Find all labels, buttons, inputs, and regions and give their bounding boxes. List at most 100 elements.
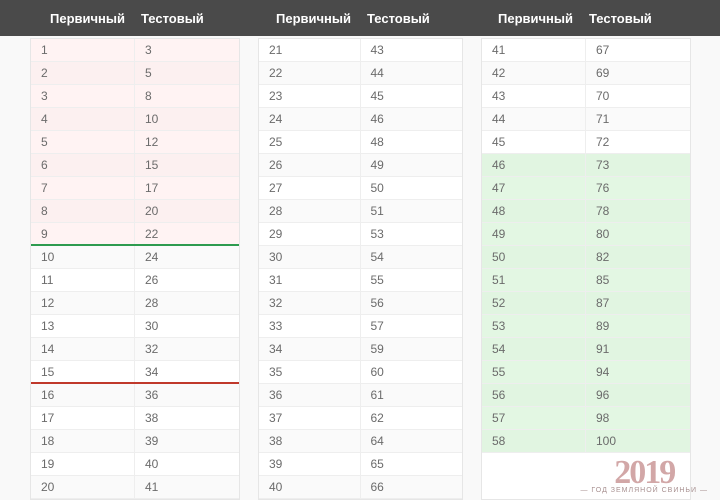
table-row: 512	[31, 131, 239, 154]
table-row: 25	[31, 62, 239, 85]
cell-test: 20	[135, 200, 239, 222]
table-row: 5491	[482, 338, 690, 361]
cell-primary: 18	[31, 430, 135, 452]
header-primary-3: Первичный	[490, 11, 581, 26]
cell-test: 3	[135, 39, 239, 61]
table-col-2: 2143224423452446254826492750285129533054…	[258, 38, 463, 500]
table-row: 4269	[482, 62, 690, 85]
cell-primary: 31	[259, 269, 361, 291]
cell-primary: 52	[482, 292, 586, 314]
table-col-1: 1325384105126157178209221024112612281330…	[30, 38, 240, 500]
table-row: 1534	[31, 361, 239, 384]
cell-test: 30	[135, 315, 239, 337]
table-row: 4066	[259, 476, 462, 499]
cell-test: 38	[135, 407, 239, 429]
cell-primary: 50	[482, 246, 586, 268]
table-row: 3762	[259, 407, 462, 430]
header-group-3: Первичный Тестовый	[490, 11, 660, 26]
cell-test: 91	[586, 338, 690, 360]
cell-primary: 3	[31, 85, 135, 107]
table-row: 4167	[482, 39, 690, 62]
cell-primary: 56	[482, 384, 586, 406]
cell-test: 36	[135, 384, 239, 406]
cell-test: 48	[361, 131, 463, 153]
cell-test: 24	[135, 246, 239, 268]
table-row: 2345	[259, 85, 462, 108]
cell-test: 49	[361, 154, 463, 176]
table-row: 5185	[482, 269, 690, 292]
header-group-2: Первичный Тестовый	[268, 11, 438, 26]
table-row: 2649	[259, 154, 462, 177]
table-row: 3054	[259, 246, 462, 269]
cell-primary: 19	[31, 453, 135, 475]
columns-wrap: 1325384105126157178209221024112612281330…	[0, 36, 720, 500]
table-row: 5389	[482, 315, 690, 338]
cell-test: 67	[586, 39, 690, 61]
cell-test: 56	[361, 292, 463, 314]
header-test-1: Тестовый	[133, 11, 212, 26]
table-col-3: 4167426943704471457246734776487849805082…	[481, 38, 691, 500]
cell-primary: 44	[482, 108, 586, 130]
table-row: 717	[31, 177, 239, 200]
table-row: 4878	[482, 200, 690, 223]
cell-primary: 20	[31, 476, 135, 498]
header-test-2: Тестовый	[359, 11, 438, 26]
table-row: 1024	[31, 246, 239, 269]
cell-primary: 38	[259, 430, 361, 452]
cell-primary: 17	[31, 407, 135, 429]
cell-test: 96	[586, 384, 690, 406]
cell-primary: 12	[31, 292, 135, 314]
table-row: 4572	[482, 131, 690, 154]
cell-primary: 4	[31, 108, 135, 130]
cell-test: 55	[361, 269, 463, 291]
table-row: 5082	[482, 246, 690, 269]
cell-primary: 30	[259, 246, 361, 268]
cell-primary: 36	[259, 384, 361, 406]
cell-primary: 11	[31, 269, 135, 291]
cell-primary: 14	[31, 338, 135, 360]
cell-test: 87	[586, 292, 690, 314]
cell-primary: 46	[482, 154, 586, 176]
cell-test: 71	[586, 108, 690, 130]
cell-test: 80	[586, 223, 690, 245]
cell-primary: 22	[259, 62, 361, 84]
cell-primary: 28	[259, 200, 361, 222]
table-row: 4776	[482, 177, 690, 200]
cell-test: 17	[135, 177, 239, 199]
cell-test: 60	[361, 361, 463, 383]
cell-primary: 35	[259, 361, 361, 383]
cell-primary: 47	[482, 177, 586, 199]
table-row: 2953	[259, 223, 462, 246]
cell-test: 65	[361, 453, 463, 475]
cell-test: 8	[135, 85, 239, 107]
cell-primary: 41	[482, 39, 586, 61]
table-row: 3256	[259, 292, 462, 315]
table-row: 38	[31, 85, 239, 108]
cell-primary: 43	[482, 85, 586, 107]
table-row: 922	[31, 223, 239, 246]
table-row: 3459	[259, 338, 462, 361]
cell-test: 66	[361, 476, 463, 498]
table-row: 1839	[31, 430, 239, 453]
cell-test: 70	[586, 85, 690, 107]
table-row: 2851	[259, 200, 462, 223]
table-row: 3661	[259, 384, 462, 407]
cell-test: 62	[361, 407, 463, 429]
table-row: 13	[31, 39, 239, 62]
cell-primary: 32	[259, 292, 361, 314]
cell-primary: 5	[31, 131, 135, 153]
cell-test: 72	[586, 131, 690, 153]
table-row: 615	[31, 154, 239, 177]
cell-primary: 55	[482, 361, 586, 383]
table-row: 5798	[482, 407, 690, 430]
table-row: 5594	[482, 361, 690, 384]
table-row: 4471	[482, 108, 690, 131]
cell-primary: 40	[259, 476, 361, 498]
table-row: 1738	[31, 407, 239, 430]
cell-test: 45	[361, 85, 463, 107]
cell-primary: 24	[259, 108, 361, 130]
cell-test: 15	[135, 154, 239, 176]
cell-primary: 9	[31, 223, 135, 244]
cell-test: 22	[135, 223, 239, 244]
cell-primary: 45	[482, 131, 586, 153]
